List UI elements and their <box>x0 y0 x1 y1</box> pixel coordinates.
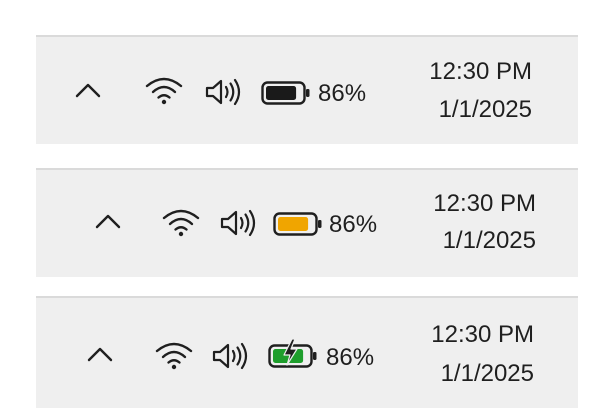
clock-date[interactable]: 1/1/2025 <box>443 228 536 254</box>
volume-icon[interactable] <box>211 341 251 371</box>
wifi-icon[interactable] <box>161 207 201 237</box>
taskbar-tray-comparison: 86% 12:30 PM 1/1/2025 86% 12:30 PM 1/1/2… <box>0 0 615 410</box>
battery-percentage: 86% <box>318 80 367 107</box>
battery-fill <box>278 217 309 231</box>
wifi-icon[interactable] <box>154 340 194 370</box>
system-tray-charging: 86% 12:30 PM 1/1/2025 <box>36 296 578 408</box>
chevron-up-icon[interactable] <box>74 81 102 99</box>
clock-date[interactable]: 1/1/2025 <box>441 361 534 387</box>
battery-icon[interactable] <box>261 81 311 105</box>
battery-percentage: 86% <box>329 211 378 238</box>
system-tray-normal: 86% 12:30 PM 1/1/2025 <box>36 35 578 144</box>
volume-icon[interactable] <box>204 77 244 107</box>
clock-time[interactable]: 12:30 PM <box>429 59 532 85</box>
clock-time[interactable]: 12:30 PM <box>431 322 534 348</box>
chevron-up-icon[interactable] <box>94 212 122 230</box>
system-tray-battery-saver: 86% 12:30 PM 1/1/2025 <box>36 168 578 277</box>
chevron-up-icon[interactable] <box>86 345 114 363</box>
battery-saver-icon[interactable] <box>273 212 323 236</box>
battery-fill <box>266 86 297 100</box>
clock-date[interactable]: 1/1/2025 <box>439 97 532 123</box>
battery-percentage: 86% <box>326 344 375 371</box>
clock-time[interactable]: 12:30 PM <box>433 191 536 217</box>
wifi-icon[interactable] <box>144 75 184 105</box>
battery-charging-icon[interactable] <box>268 338 318 368</box>
volume-icon[interactable] <box>219 208 259 238</box>
